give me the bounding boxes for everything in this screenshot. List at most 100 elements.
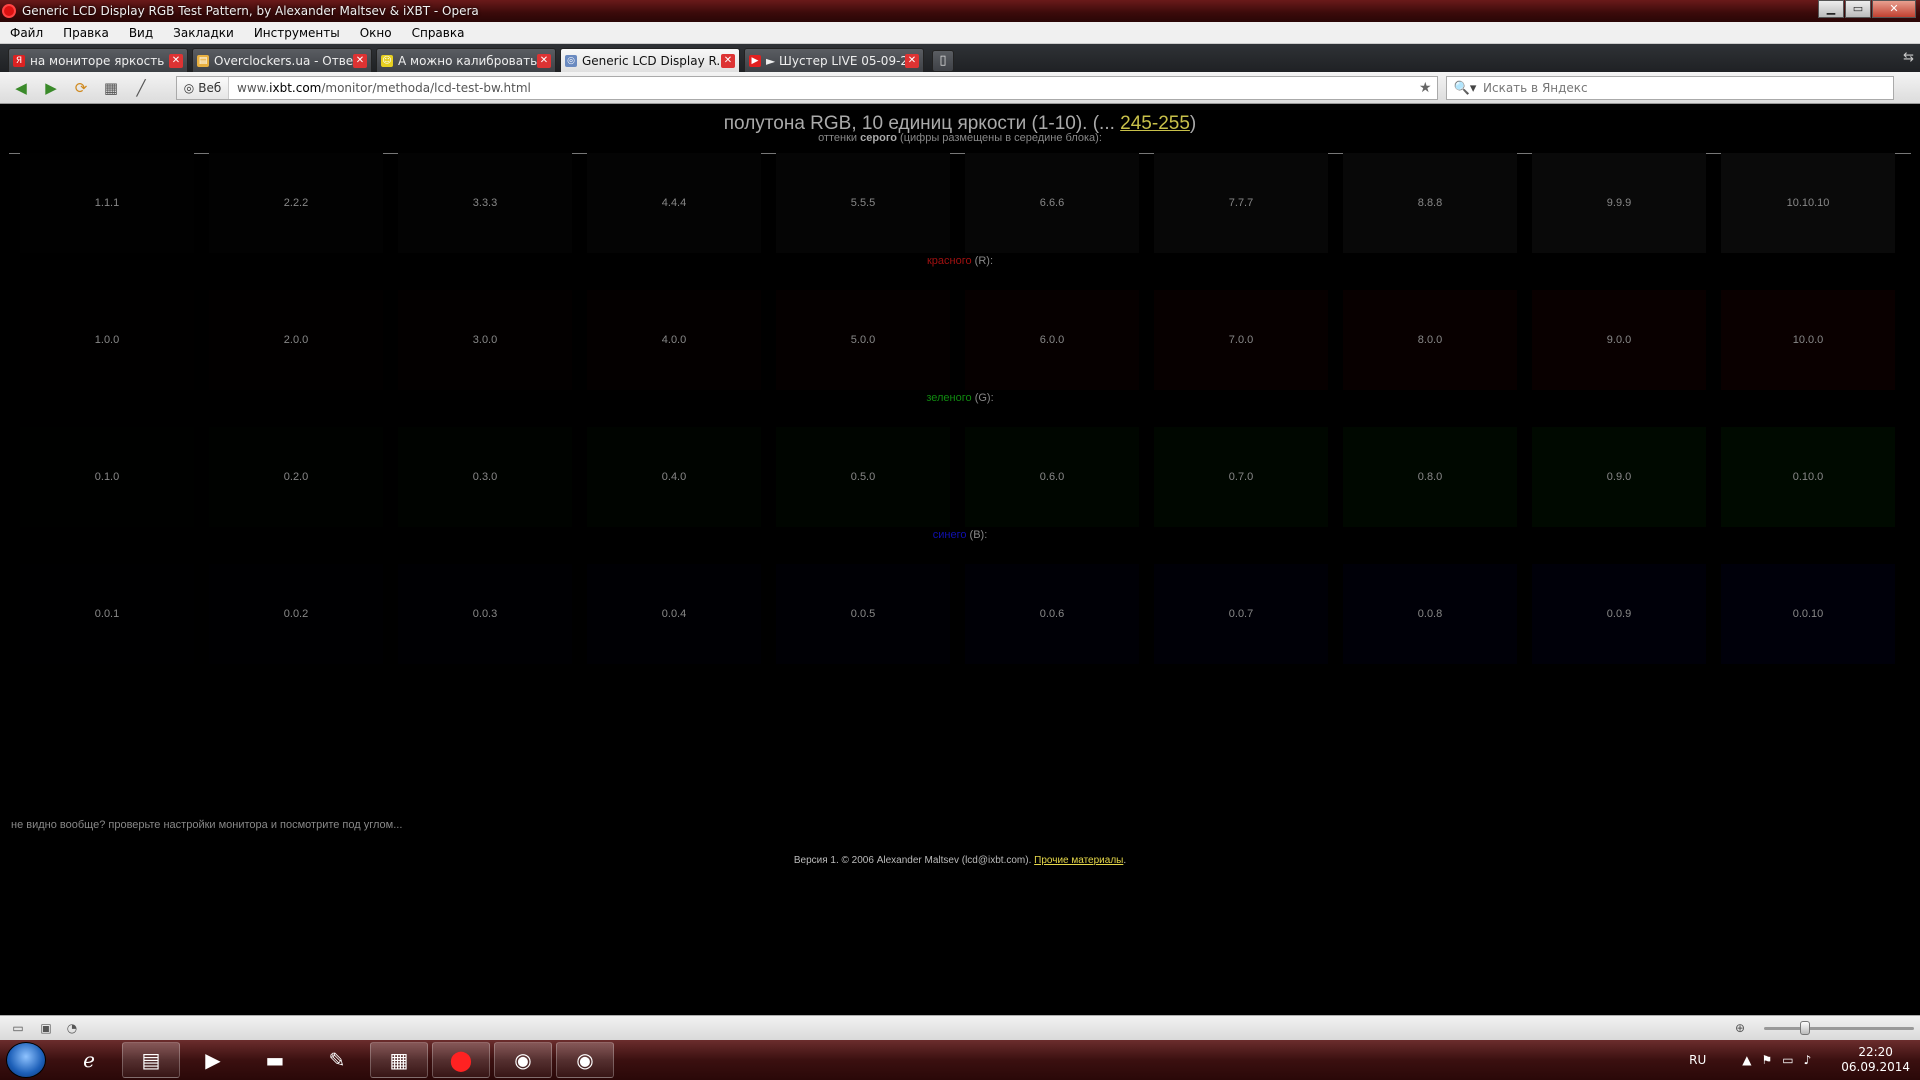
color-swatch: 6.6.6 bbox=[965, 153, 1139, 253]
tab-close-icon[interactable]: ✕ bbox=[353, 53, 367, 68]
color-swatch: 0.8.0 bbox=[1343, 427, 1517, 527]
color-swatch: 0.3.0 bbox=[398, 427, 572, 527]
page-content: полутона RGB, 10 единиц яркости (1-10). … bbox=[0, 105, 1920, 1015]
language-indicator[interactable]: RU bbox=[1689, 1053, 1706, 1067]
forward-button[interactable]: ▶ bbox=[38, 76, 64, 100]
color-swatch: 0.10.0 bbox=[1721, 427, 1895, 527]
color-swatch: 1.0.0 bbox=[20, 290, 194, 390]
clock[interactable]: 22:20 06.09.2014 bbox=[1841, 1045, 1910, 1075]
footer-text: Версия 1. © 2006 Alexander Maltsev (lcd@… bbox=[793, 855, 1035, 866]
media-player-icon[interactable]: ▶ bbox=[184, 1042, 242, 1078]
zoom-slider[interactable] bbox=[1764, 1027, 1914, 1030]
heading-link[interactable]: 245-255 bbox=[1120, 113, 1190, 134]
tab-0[interactable]: Яна мониторе яркость ... ✕ bbox=[8, 48, 188, 72]
section-label-color-word: синего bbox=[932, 529, 967, 541]
color-swatch: 0.6.0 bbox=[965, 427, 1139, 527]
tab-2[interactable]: ☺ А можно калибровать... ✕ bbox=[376, 48, 556, 72]
windows-taskbar: ℯ ▤ ▶ ▬ ✎ ▦ ⬤ ◉ ◉ RU ▲⚑▭♪ 22:20 06.09.20… bbox=[0, 1040, 1920, 1080]
menu-file[interactable]: Файл bbox=[0, 26, 53, 40]
tab-close-icon[interactable]: ✕ bbox=[905, 53, 919, 68]
section-label-color-word: красного bbox=[926, 255, 972, 267]
tab-4[interactable]: ▶ ► Шустер LIVE 05-09-2... ✕ bbox=[744, 48, 924, 72]
bookmark-star-icon[interactable]: ★ bbox=[1419, 80, 1437, 96]
color-swatch: 9.0.0 bbox=[1532, 290, 1706, 390]
tab-3[interactable]: ◎ Generic LCD Display R... ✕ bbox=[560, 48, 740, 72]
cmd-icon[interactable]: ▬ bbox=[246, 1042, 304, 1078]
color-swatch: 0.2.0 bbox=[209, 427, 383, 527]
color-swatch: 0.1.0 bbox=[20, 427, 194, 527]
web-badge[interactable]: ◎ Веб bbox=[177, 77, 229, 99]
color-swatch: 5.5.5 bbox=[776, 153, 950, 253]
search-field[interactable]: 🔍▾ Искать в Яндекс bbox=[1446, 76, 1894, 100]
tab-bar: ⇆ Яна мониторе яркость ... ✕ ▤ Overclockers… bbox=[0, 44, 1920, 72]
window-titlebar: Generic LCD Display RGB Test Pattern, by… bbox=[0, 0, 1920, 22]
section-label-3: синего (B): bbox=[0, 529, 1920, 541]
window-title: Generic LCD Display RGB Test Pattern, by… bbox=[22, 4, 479, 18]
menu-help[interactable]: Справка bbox=[402, 26, 475, 40]
address-field[interactable]: ◎ Веб www.ixbt.com/monitor/methoda/lcd-te… bbox=[176, 76, 1438, 100]
speed-dial-button[interactable]: ▦ bbox=[98, 76, 124, 100]
page-icon: ▤ bbox=[197, 54, 209, 67]
tab-close-icon[interactable]: ✕ bbox=[537, 53, 551, 68]
panel-toggle-icon[interactable]: ▭ bbox=[10, 1021, 26, 1035]
task-manager-icon[interactable]: ▦ bbox=[370, 1042, 428, 1078]
color-swatch: 7.7.7 bbox=[1154, 153, 1328, 253]
tab-close-icon[interactable]: ✕ bbox=[721, 53, 735, 68]
swatch-row-0: 1.1.1 2.2.2 3.3.3 4.4.4 5.5.5 6.6.6 7.7.7 8.8.8… bbox=[20, 153, 1900, 253]
back-button[interactable]: ◀ bbox=[8, 76, 34, 100]
color-swatch: 0.0.5 bbox=[776, 564, 950, 664]
minimize-button[interactable]: ▁ bbox=[1818, 0, 1844, 18]
color-swatch: 0.0.8 bbox=[1343, 564, 1517, 664]
explorer-icon[interactable]: ▤ bbox=[122, 1042, 180, 1078]
edit-button[interactable]: ╱ bbox=[128, 76, 154, 100]
heading-close: ) bbox=[1189, 113, 1197, 134]
webcam-icon[interactable]: ◉ bbox=[494, 1042, 552, 1078]
tab-label: ► Шустер LIVE 05-09-2... bbox=[766, 53, 905, 68]
paint-icon[interactable]: ✎ bbox=[308, 1042, 366, 1078]
menu-view[interactable]: Вид bbox=[119, 26, 163, 40]
search-engine-icon[interactable]: 🔍▾ bbox=[1447, 81, 1483, 96]
url-prefix: www. bbox=[237, 81, 270, 95]
url-text[interactable]: www.ixbt.com/monitor/methoda/lcd-test-bw… bbox=[229, 81, 1419, 95]
globe-icon: ◎ bbox=[565, 54, 577, 67]
section-label-pre: оттенки bbox=[818, 132, 861, 144]
swatch-row-2: 0.1.0 0.2.0 0.3.0 0.4.0 0.5.0 0.6.0 0.7.0 0.8.0… bbox=[20, 427, 1900, 527]
speed-icon[interactable]: ◔ bbox=[64, 1021, 80, 1035]
zoom-icon[interactable]: ⊕ bbox=[1732, 1021, 1748, 1035]
reload-button[interactable]: ⟳ bbox=[68, 76, 94, 100]
opera-taskbar-icon[interactable]: ⬤ bbox=[432, 1042, 490, 1078]
color-swatch: 5.0.0 bbox=[776, 290, 950, 390]
color-swatch: 2.0.0 bbox=[209, 290, 383, 390]
tab-label: А можно калибровать... bbox=[398, 53, 537, 68]
globe-icon: ◎ bbox=[183, 81, 195, 95]
color-swatch: 0.7.0 bbox=[1154, 427, 1328, 527]
zoom-slider-handle[interactable] bbox=[1800, 1021, 1810, 1035]
search-placeholder: Искать в Яндекс bbox=[1483, 81, 1588, 95]
turbo-icon[interactable]: ▣ bbox=[38, 1021, 54, 1035]
close-window-button[interactable]: ✕ bbox=[1872, 0, 1916, 18]
tab-close-icon[interactable]: ✕ bbox=[169, 53, 183, 68]
menu-tools[interactable]: Инструменты bbox=[244, 26, 350, 40]
new-tab-button[interactable]: ▯ bbox=[932, 50, 954, 72]
color-swatch: 4.4.4 bbox=[587, 153, 761, 253]
menu-bookmarks[interactable]: Закладки bbox=[163, 26, 244, 40]
webcam-icon-2[interactable]: ◉ bbox=[556, 1042, 614, 1078]
color-swatch: 3.3.3 bbox=[398, 153, 572, 253]
color-swatch: 0.0.4 bbox=[587, 564, 761, 664]
tray-icons[interactable]: ▲⚑▭♪ bbox=[1742, 1053, 1821, 1067]
footer-end: . bbox=[1123, 855, 1127, 866]
clock-date: 06.09.2014 bbox=[1841, 1060, 1910, 1074]
maximize-button[interactable]: ▭ bbox=[1845, 0, 1871, 18]
ie-icon[interactable]: ℯ bbox=[60, 1042, 118, 1078]
window-controls: ▁ ▭ ✕ bbox=[1817, 0, 1916, 18]
tab-label: Overclockers.ua - Отве... bbox=[214, 53, 353, 68]
tab-1[interactable]: ▤ Overclockers.ua - Отве... ✕ bbox=[192, 48, 372, 72]
start-button[interactable] bbox=[6, 1042, 46, 1078]
color-swatch: 10.10.10 bbox=[1721, 153, 1895, 253]
tab-menu-icon[interactable]: ⇆ bbox=[1903, 50, 1914, 65]
menu-window[interactable]: Окно bbox=[350, 26, 402, 40]
tab-label: Generic LCD Display R... bbox=[582, 53, 721, 68]
menu-edit[interactable]: Правка bbox=[53, 26, 119, 40]
url-domain: ixbt.com bbox=[269, 81, 322, 95]
footer-link[interactable]: Прочие материалы bbox=[1034, 855, 1123, 866]
